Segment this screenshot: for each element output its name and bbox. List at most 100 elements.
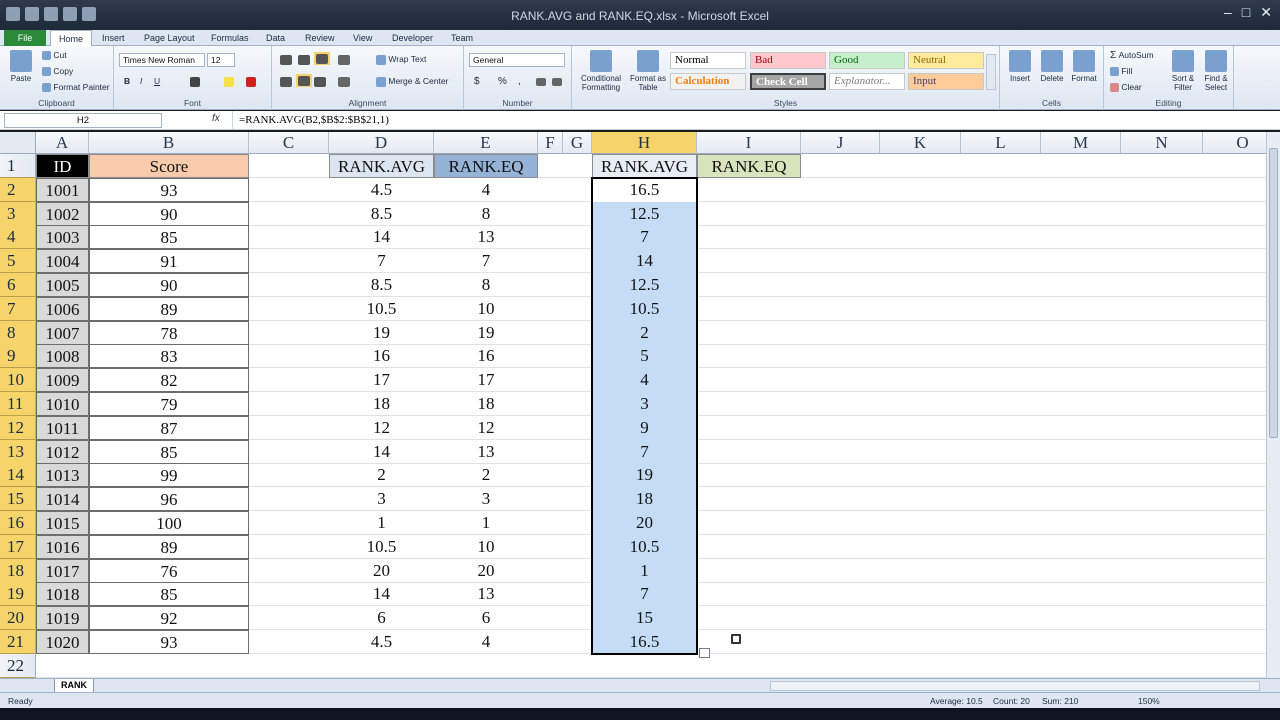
- id-cell[interactable]: 1009: [36, 368, 89, 393]
- align-left-button[interactable]: [280, 76, 292, 87]
- column-header-b[interactable]: B: [89, 132, 249, 154]
- delete-cells-button[interactable]: Delete: [1036, 50, 1068, 83]
- rank-avg-desc-cell[interactable]: 10.5: [329, 297, 434, 321]
- rank-avg-desc-cell[interactable]: 8.5: [329, 202, 434, 226]
- tab-insert[interactable]: Insert: [94, 30, 133, 46]
- style-bad[interactable]: Bad: [750, 52, 826, 69]
- header-cell-i[interactable]: RANK.EQ: [697, 154, 801, 178]
- score-cell[interactable]: 99: [89, 463, 249, 488]
- rank-avg-desc-cell[interactable]: 1: [329, 511, 434, 535]
- id-cell[interactable]: 1006: [36, 296, 89, 321]
- style-normal[interactable]: Normal: [670, 52, 746, 69]
- column-header-n[interactable]: N: [1121, 132, 1203, 154]
- id-cell[interactable]: 1013: [36, 463, 89, 488]
- rank-avg-desc-cell[interactable]: 6: [329, 606, 434, 630]
- score-cell[interactable]: 83: [89, 344, 249, 369]
- comma-button[interactable]: ,: [518, 76, 521, 87]
- score-cell[interactable]: 87: [89, 415, 249, 440]
- row-header-12[interactable]: 12: [0, 415, 36, 440]
- rank-avg-desc-cell[interactable]: 7: [329, 249, 434, 273]
- rank-avg-desc-cell[interactable]: 17: [329, 368, 434, 392]
- format-cells-button[interactable]: Format: [1068, 50, 1100, 83]
- tab-team[interactable]: Team: [443, 30, 481, 46]
- rank-eq-desc-cell[interactable]: 13: [434, 440, 538, 464]
- zoom-level[interactable]: 150%: [1138, 696, 1160, 706]
- minimize-icon[interactable]: –: [1224, 4, 1232, 21]
- row-header-6[interactable]: 6: [0, 273, 36, 297]
- format-as-table-button[interactable]: Format as Table: [628, 50, 668, 92]
- column-header-m[interactable]: M: [1041, 132, 1121, 154]
- score-cell[interactable]: 78: [89, 320, 249, 345]
- rank-eq-desc-cell[interactable]: 4: [434, 178, 538, 202]
- tab-view[interactable]: View: [345, 30, 380, 46]
- tab-page-layout[interactable]: Page Layout: [136, 30, 203, 46]
- id-cell[interactable]: 1016: [36, 534, 89, 559]
- column-header-g[interactable]: G: [563, 132, 592, 154]
- row-header-7[interactable]: 7: [0, 296, 36, 321]
- id-cell[interactable]: 1011: [36, 415, 89, 440]
- column-header-f[interactable]: F: [538, 132, 563, 154]
- row-header-1[interactable]: 1: [0, 154, 36, 178]
- column-header-k[interactable]: K: [880, 132, 961, 154]
- style-check-cell[interactable]: Check Cell: [750, 73, 826, 90]
- id-cell[interactable]: 1020: [36, 630, 89, 654]
- rank-eq-desc-cell[interactable]: 17: [434, 368, 538, 392]
- rank-avg-desc-cell[interactable]: 2: [329, 463, 434, 487]
- autosum-button[interactable]: Σ AutoSum: [1110, 50, 1154, 61]
- horizontal-scrollbar[interactable]: [770, 681, 1260, 691]
- align-middle-button[interactable]: [298, 54, 310, 65]
- close-icon[interactable]: ✕: [1260, 4, 1272, 21]
- rank-avg-desc-cell[interactable]: 20: [329, 559, 434, 583]
- id-cell[interactable]: 1005: [36, 273, 89, 297]
- rank-avg-desc-cell[interactable]: 10.5: [329, 535, 434, 559]
- decrease-decimal-button[interactable]: [552, 76, 562, 86]
- sort-filter-button[interactable]: Sort & Filter: [1168, 50, 1198, 92]
- score-cell[interactable]: 90: [89, 273, 249, 297]
- score-cell[interactable]: 89: [89, 296, 249, 321]
- rank-eq-desc-cell[interactable]: 18: [434, 392, 538, 416]
- rank-eq-desc-cell[interactable]: 12: [434, 416, 538, 440]
- score-cell[interactable]: 85: [89, 582, 249, 607]
- id-cell[interactable]: 1017: [36, 558, 89, 583]
- tab-data[interactable]: Data: [258, 30, 293, 46]
- tab-developer[interactable]: Developer: [384, 30, 441, 46]
- indent-button[interactable]: [338, 76, 350, 87]
- column-header-h[interactable]: H: [592, 132, 697, 154]
- percent-button[interactable]: %: [498, 76, 507, 87]
- fill-color-button[interactable]: [224, 76, 234, 87]
- italic-button[interactable]: I: [140, 76, 142, 86]
- row-header-22[interactable]: 22: [0, 653, 36, 678]
- id-cell[interactable]: 1014: [36, 487, 89, 512]
- merge-center-button[interactable]: Merge & Center: [376, 76, 448, 87]
- column-header-l[interactable]: L: [961, 132, 1041, 154]
- header-cell-a[interactable]: ID: [36, 154, 89, 178]
- conditional-formatting-button[interactable]: Conditional Formatting: [576, 50, 626, 92]
- cut-button[interactable]: Cut: [42, 50, 67, 61]
- row-header-10[interactable]: 10: [0, 368, 36, 393]
- rank-avg-desc-cell[interactable]: 14: [329, 440, 434, 464]
- rank-eq-desc-cell[interactable]: 8: [434, 273, 538, 297]
- row-header-21[interactable]: 21: [0, 630, 36, 654]
- find-select-button[interactable]: Find & Select: [1200, 50, 1232, 92]
- rank-eq-desc-cell[interactable]: 19: [434, 321, 538, 345]
- column-header-i[interactable]: I: [697, 132, 801, 154]
- column-header-e[interactable]: E: [434, 132, 538, 154]
- header-cell-h[interactable]: RANK.AVG: [592, 154, 697, 178]
- rank-eq-desc-cell[interactable]: 2: [434, 463, 538, 487]
- paste-button[interactable]: Paste: [6, 50, 36, 83]
- copy-button[interactable]: Copy: [42, 66, 73, 77]
- scroll-thumb[interactable]: [1269, 148, 1278, 438]
- bold-button[interactable]: B: [124, 76, 130, 86]
- style-input[interactable]: Input: [908, 73, 984, 90]
- font-color-button[interactable]: [246, 76, 256, 87]
- rank-avg-desc-cell[interactable]: 3: [329, 487, 434, 511]
- header-cell-b[interactable]: Score: [89, 154, 249, 178]
- column-header-c[interactable]: C: [249, 132, 329, 154]
- id-cell[interactable]: 1018: [36, 582, 89, 607]
- rank-eq-desc-cell[interactable]: 10: [434, 297, 538, 321]
- rank-eq-desc-cell[interactable]: 3: [434, 487, 538, 511]
- clear-button[interactable]: Clear: [1110, 82, 1142, 93]
- styles-scroll[interactable]: [986, 54, 996, 90]
- id-cell[interactable]: 1008: [36, 344, 89, 369]
- formula-input[interactable]: =RANK.AVG(B2,$B$2:$B$21,1): [232, 111, 1260, 129]
